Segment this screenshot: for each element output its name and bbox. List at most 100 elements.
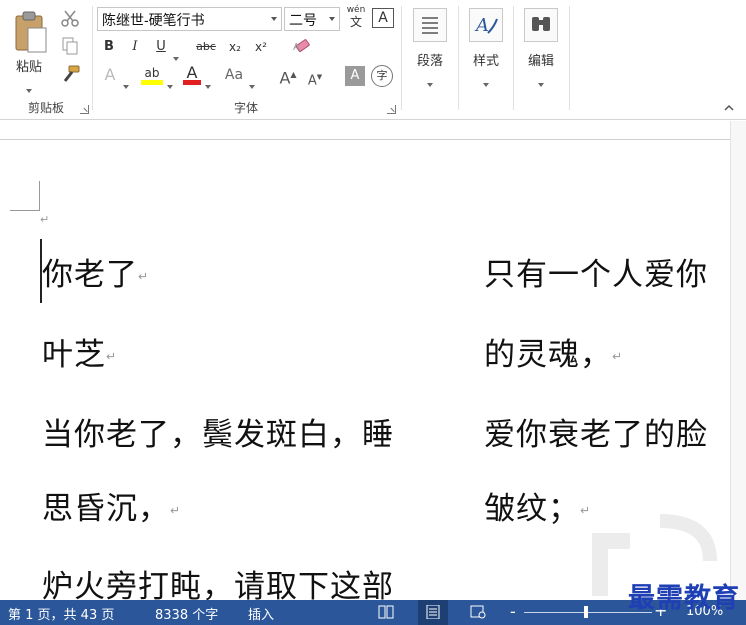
styles-label: 样式	[472, 54, 499, 69]
line-text: 皱纹；	[484, 491, 580, 527]
text-line[interactable]: 叶芝↵	[42, 329, 117, 374]
print-layout-icon	[426, 605, 440, 619]
highlight-dropdown-caret[interactable]	[167, 74, 173, 93]
zoom-out-button[interactable]: -	[510, 602, 516, 621]
character-border-button[interactable]: A	[372, 8, 394, 28]
grow-font-button[interactable]: A▲	[277, 64, 299, 88]
web-layout-icon[interactable]	[470, 605, 486, 619]
phonetic-guide-button[interactable]: wén 文	[344, 4, 368, 29]
underline-button[interactable]: U	[151, 36, 171, 58]
font-size-value: 二号	[289, 13, 317, 29]
shrink-font-button[interactable]: A▼	[305, 66, 325, 88]
word-count[interactable]: 8338 个字	[155, 604, 218, 623]
chevron-down-icon	[329, 17, 335, 21]
paragraph-mark: ↵	[40, 213, 50, 226]
font-name-value: 陈继世-硬笔行书	[102, 12, 205, 28]
eraser-icon: A	[293, 39, 310, 53]
shrink-font-glyph: A	[307, 73, 317, 89]
paste-label: 粘贴	[15, 60, 42, 75]
change-case-dropdown-caret[interactable]	[249, 74, 255, 93]
chevron-down-icon	[271, 17, 277, 21]
text-effects-dropdown-caret[interactable]	[123, 74, 129, 93]
text-line[interactable]: 的灵魂，↵	[484, 329, 623, 374]
font-group-label: 字体	[233, 101, 258, 115]
text-line[interactable]: 你老了↵	[42, 249, 149, 294]
chevron-down-icon	[427, 72, 433, 91]
clipboard-group-label: 剪贴板	[27, 101, 64, 115]
paragraph-label: 段落	[416, 54, 443, 69]
text-line[interactable]: 炉火旁打盹，请取下这部	[42, 561, 394, 600]
highlight-button[interactable]: ab	[139, 62, 165, 85]
character-shading-button[interactable]: A	[345, 66, 365, 86]
text-line[interactable]: 皱纹；↵	[484, 483, 591, 528]
paragraph-mark: ↵	[106, 349, 118, 364]
paragraph-mark: ↵	[612, 349, 624, 364]
cut-button[interactable]	[60, 8, 84, 30]
vertical-scrollbar[interactable]	[730, 121, 746, 600]
grow-font-glyph: A	[279, 68, 291, 88]
font-color-swatch	[183, 80, 201, 85]
strikethrough-button[interactable]: abc	[193, 36, 219, 58]
highlight-glyph: ab	[144, 66, 160, 80]
font-name-box[interactable]: 陈继世-硬笔行书	[97, 7, 282, 31]
copy-icon	[62, 37, 78, 55]
text-line[interactable]: 当你老了，鬓发斑白，睡	[42, 409, 394, 454]
chevron-down-icon	[538, 72, 544, 91]
insert-mode[interactable]: 插入	[248, 604, 274, 623]
line-text: 叶芝	[42, 337, 106, 373]
page-top-edge	[0, 139, 730, 140]
line-text: 的灵魂，	[484, 337, 612, 373]
text-line[interactable]: 爱你衰老了的脸	[484, 409, 708, 454]
superscript-button[interactable]: x²	[251, 36, 271, 58]
paragraph-button[interactable]: 段落	[403, 0, 457, 120]
svg-text:A: A	[293, 42, 300, 53]
clipboard-group: 粘贴 剪贴板	[0, 0, 92, 120]
phonetic-bottom: 文	[349, 15, 362, 29]
line-text: 当你老了，鬓发斑白，睡	[42, 417, 394, 453]
underline-dropdown-caret[interactable]	[173, 46, 179, 65]
page-info[interactable]: 第 1 页，共 43 页	[8, 604, 114, 623]
highlight-color-swatch	[141, 80, 163, 85]
paste-dropdown-caret[interactable]	[26, 78, 32, 97]
line-text: 爱你衰老了的脸	[484, 417, 708, 453]
text-line[interactable]: 只有一个人爱你	[484, 249, 708, 294]
subscript-button[interactable]: x₂	[225, 36, 245, 58]
paragraph-icon	[413, 8, 447, 42]
italic-button[interactable]: I	[125, 36, 145, 58]
format-painter-button[interactable]	[60, 64, 84, 86]
font-color-dropdown-caret[interactable]	[205, 74, 211, 93]
styles-icon: A	[469, 8, 503, 42]
font-launcher-icon[interactable]	[387, 105, 396, 114]
change-case-button[interactable]: Aa	[221, 64, 247, 86]
font-group: 陈继世-硬笔行书 二号 wén 文 A B I U abc x₂ x² A A	[93, 0, 399, 120]
document-area[interactable]: ↵ 你老了↵ 叶芝↵ 当你老了，鬓发斑白，睡 思昏沉，↵ 炉火旁打盹，请取下这部…	[0, 121, 746, 600]
chevron-down-icon	[483, 72, 489, 91]
paste-button[interactable]: 粘贴	[4, 4, 54, 93]
styles-button[interactable]: A 样式	[459, 0, 513, 120]
editing-button[interactable]: 编辑	[514, 0, 568, 120]
paintbrush-icon	[63, 65, 80, 82]
line-text: 炉火旁打盹，请取下这部	[42, 569, 394, 600]
font-color-button[interactable]: A	[181, 62, 203, 85]
paragraph-mark: ↵	[170, 503, 182, 518]
enclose-characters-button[interactable]: 字	[371, 65, 393, 87]
svg-text:A: A	[474, 15, 489, 36]
margin-corner-mark	[10, 181, 40, 211]
clear-formatting-button[interactable]: A	[291, 38, 313, 60]
collapse-ribbon-icon[interactable]	[724, 103, 734, 113]
bold-button[interactable]: B	[99, 36, 119, 58]
binoculars-icon	[524, 8, 558, 42]
copy-button[interactable]	[60, 36, 84, 58]
scissors-icon	[61, 10, 79, 27]
print-layout-view-button[interactable]	[418, 600, 448, 625]
editing-label: 编辑	[527, 54, 554, 69]
line-text: 只有一个人爱你	[484, 257, 708, 293]
text-line[interactable]: 思昏沉，↵	[42, 483, 181, 528]
line-text: 你老了	[42, 257, 138, 293]
paste-icon	[15, 11, 47, 53]
clipboard-launcher-icon[interactable]	[80, 105, 89, 114]
read-mode-icon[interactable]	[378, 605, 394, 619]
zoom-slider-thumb[interactable]	[584, 606, 588, 618]
text-effects-button[interactable]: A	[99, 64, 121, 86]
font-size-box[interactable]: 二号	[284, 7, 340, 31]
